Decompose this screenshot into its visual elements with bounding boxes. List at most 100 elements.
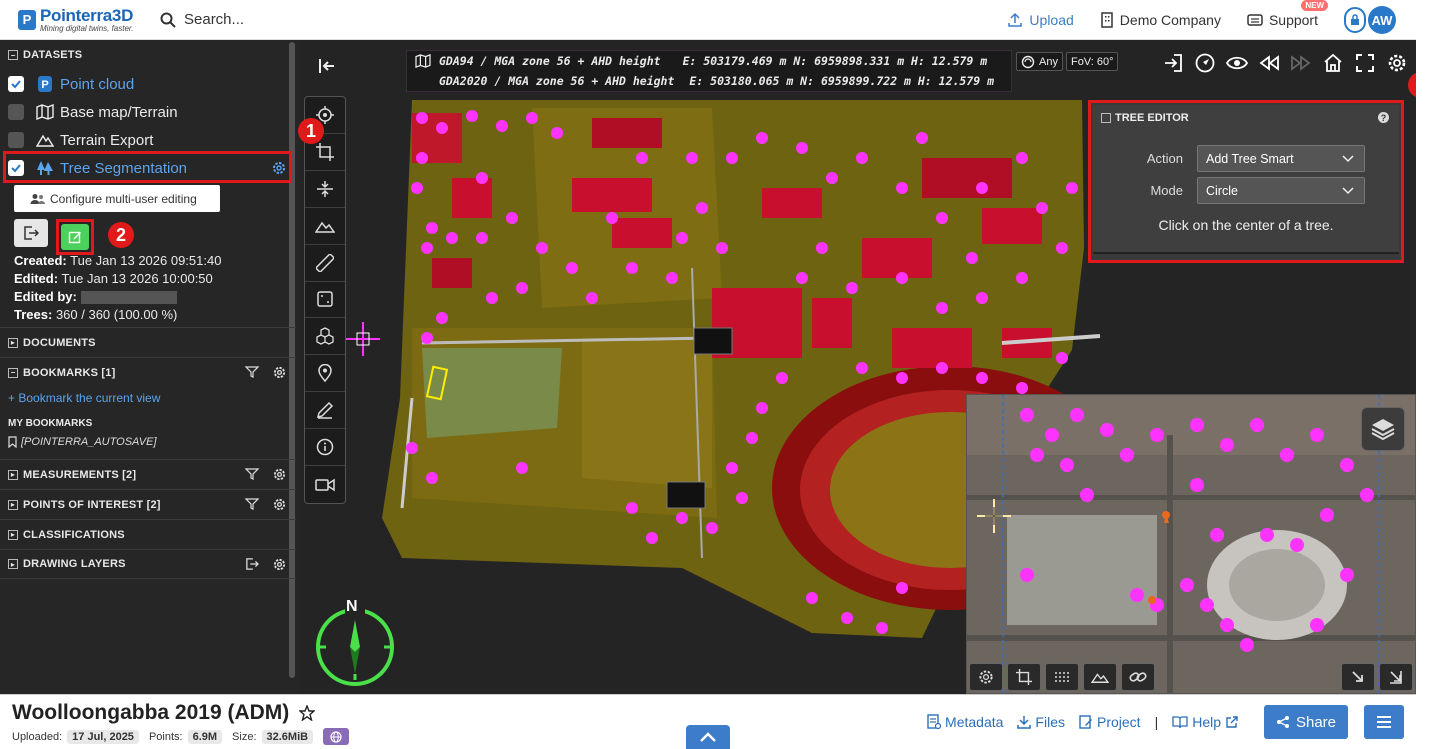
trees-value: 360 / 360 (100.00 %) [55, 307, 178, 322]
globe-icon [330, 730, 342, 743]
compass[interactable]: N [312, 598, 398, 691]
map-icon [415, 54, 431, 68]
expand-icon: ▸ [8, 337, 18, 348]
expand-icon: ▸ [8, 559, 18, 569]
search-box[interactable]: Search... [160, 11, 244, 28]
snap-mode-button[interactable]: Any [1016, 52, 1063, 71]
project-link[interactable]: Project [1079, 714, 1141, 730]
help-icon[interactable]: ? [1378, 112, 1389, 123]
tool-area[interactable] [305, 282, 345, 319]
tool-draw[interactable] [305, 392, 345, 430]
logo[interactable]: P Pointerra3D Mining digital twins, fast… [0, 7, 150, 33]
support-link[interactable]: Support NEW [1247, 0, 1328, 28]
menu-button[interactable] [1364, 705, 1404, 739]
gear-icon[interactable] [273, 558, 286, 571]
view-button[interactable] [1226, 52, 1248, 74]
tool-volume[interactable] [305, 318, 345, 356]
avatar[interactable]: AW [1368, 6, 1396, 34]
minimap-crop-button[interactable] [1007, 663, 1041, 691]
globe-badge[interactable] [323, 728, 350, 745]
gear-icon[interactable] [273, 366, 286, 379]
collapse-sidebar-button[interactable] [318, 58, 336, 79]
tree-editor-panel: TREE EDITOR ? Action Add Tree Smart Mode… [1088, 100, 1404, 263]
user-menu[interactable]: AW [1344, 6, 1396, 34]
dataset-terrain-export[interactable]: Terrain Export [0, 126, 292, 154]
coords-line1-crs: GDA94 / MGA zone 56 + AHD height [439, 54, 661, 68]
documents-header[interactable]: ▸ DOCUMENTS [0, 327, 296, 357]
datasets-header[interactable]: − DATASETS [0, 40, 296, 70]
minimap[interactable] [966, 394, 1416, 694]
dataset-checkbox[interactable] [8, 76, 24, 92]
drawing-layers-title: DRAWING LAYERS [23, 558, 126, 570]
project-title: Woolloongabba 2019 (ADM) [12, 701, 290, 724]
tool-measure[interactable] [305, 245, 345, 282]
dataset-checkbox[interactable] [8, 104, 24, 120]
share-button[interactable]: Share [1264, 705, 1348, 739]
forward-button[interactable] [1290, 52, 1312, 74]
files-link[interactable]: Files [1017, 714, 1065, 730]
layers-button[interactable] [1361, 407, 1405, 451]
minimap-link-button[interactable] [1121, 663, 1155, 691]
navigate-button[interactable] [1194, 52, 1216, 74]
home-button[interactable] [1322, 52, 1344, 74]
filter-icon[interactable] [245, 498, 259, 510]
crosshair-cursor [977, 499, 1011, 533]
tool-profile[interactable] [305, 208, 345, 245]
export-button[interactable] [14, 219, 48, 247]
fov-button[interactable]: FoV: 60° [1065, 52, 1119, 71]
bookmark-item[interactable]: [POINTERRA_AUTOSAVE] [0, 433, 296, 451]
expand-bottom-button[interactable] [686, 725, 730, 749]
action-select[interactable]: Add Tree Smart [1197, 145, 1365, 172]
help-link[interactable]: Help [1172, 714, 1242, 730]
minimap-settings-button[interactable] [969, 663, 1003, 691]
tool-video[interactable] [305, 466, 345, 503]
classifications-header[interactable]: ▸ CLASSIFICATIONS [0, 519, 296, 549]
edit-button[interactable] [61, 224, 89, 250]
export-icon[interactable] [245, 558, 259, 570]
gear-icon[interactable] [273, 498, 286, 511]
dataset-base-map[interactable]: Base map/Terrain [0, 98, 292, 126]
hamburger-icon [1377, 716, 1391, 728]
tool-poi[interactable] [305, 355, 345, 393]
drawing-layers-header[interactable]: ▸ DRAWING LAYERS [0, 549, 296, 579]
area-icon [317, 291, 333, 308]
help-label: Help [1192, 714, 1221, 730]
tool-section[interactable] [305, 171, 345, 208]
section-icon [317, 180, 333, 197]
fullscreen-button[interactable] [1354, 52, 1376, 74]
mode-select[interactable]: Circle [1197, 177, 1365, 204]
metadata-link[interactable]: Metadata [927, 714, 1003, 730]
gear-icon[interactable] [273, 468, 286, 481]
minimap-collapse-button[interactable] [1379, 663, 1413, 691]
search-placeholder: Search... [184, 11, 245, 28]
dataset-checkbox[interactable] [8, 132, 24, 148]
3d-viewer[interactable]: GDA94 / MGA zone 56 + AHD height E: 50317… [300, 40, 1416, 694]
snap-icon [1021, 55, 1035, 68]
map-icon [36, 104, 54, 120]
settings-button[interactable] [1386, 52, 1408, 74]
size-label: Size: [232, 730, 257, 743]
bookmark-add-link[interactable]: + Bookmark the current view [0, 387, 296, 409]
dataset-label: Base map/Terrain [60, 103, 178, 121]
rewind-button[interactable] [1258, 52, 1280, 74]
upload-link[interactable]: Upload [1007, 12, 1074, 28]
annotation-badge-1: 1 [298, 118, 324, 144]
measurements-header[interactable]: ▸ MEASUREMENTS [2] [0, 459, 296, 489]
filter-icon[interactable] [245, 366, 259, 378]
minimap-terrain-button[interactable] [1083, 663, 1117, 691]
company-link[interactable]: Demo Company [1100, 12, 1221, 28]
enter-button[interactable] [1162, 52, 1184, 74]
uploaded-value: 17 Jul, 2025 [67, 729, 139, 744]
star-icon[interactable] [299, 705, 316, 721]
dataset-point-cloud[interactable]: P Point cloud [0, 70, 292, 98]
poi-header[interactable]: ▸ POINTS OF INTEREST [2] [0, 489, 296, 519]
tree-editor-header[interactable]: TREE EDITOR ? [1093, 105, 1399, 131]
snap-controls: Any FoV: 60° [1016, 52, 1119, 71]
expand-icon: ▸ [8, 499, 18, 510]
filter-icon[interactable] [245, 468, 259, 480]
minimap-shrink-button[interactable] [1341, 663, 1375, 691]
tool-info[interactable] [305, 429, 345, 467]
bookmarks-header[interactable]: − BOOKMARKS [1] [0, 357, 296, 387]
minimap-grid-button[interactable] [1045, 663, 1079, 691]
my-bookmarks-title: MY BOOKMARKS [8, 417, 93, 429]
